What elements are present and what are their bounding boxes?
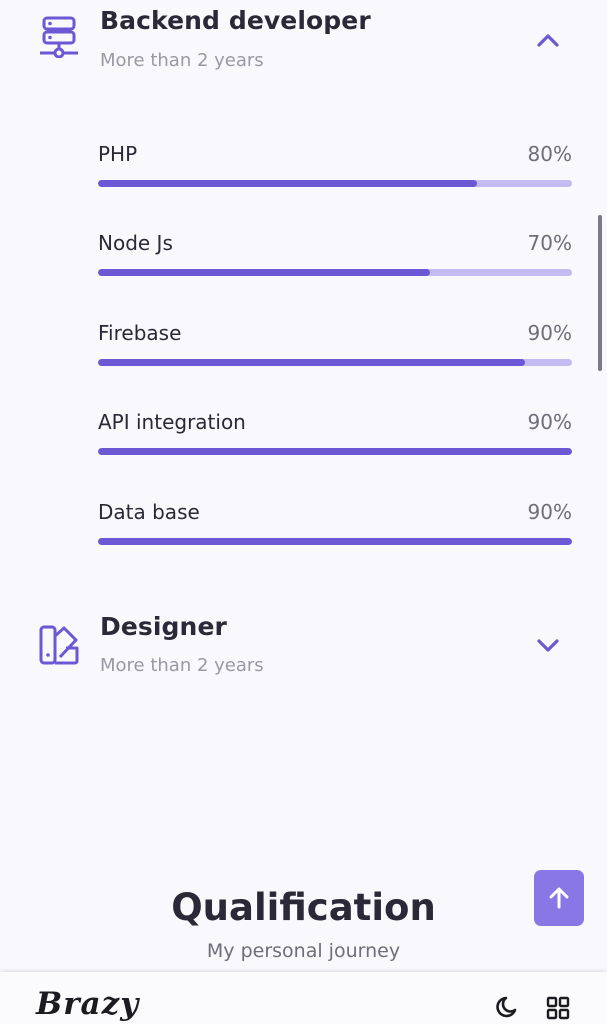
scrollbar-thumb[interactable] (598, 215, 602, 371)
skill-subtitle: More than 2 years (100, 50, 264, 71)
skill-bar: Node Js 70% (98, 231, 572, 281)
swatchbook-icon (39, 625, 79, 665)
skill-name: Firebase (98, 321, 182, 345)
progress-track (98, 448, 572, 455)
skill-subtitle: More than 2 years (100, 655, 264, 676)
skill-name: Data base (98, 500, 200, 524)
skill-header-designer[interactable]: Designer More than 2 years (0, 600, 607, 690)
progress-track (98, 538, 572, 545)
skill-percent: 70% (527, 231, 572, 255)
page: Backend developer More than 2 years PHP … (0, 0, 607, 1024)
skill-bar: Firebase 90% (98, 321, 572, 371)
skill-title: Designer (100, 612, 227, 641)
progress-fill (98, 538, 572, 545)
skill-percent: 90% (527, 321, 572, 345)
progress-fill (98, 269, 430, 276)
progress-fill (98, 180, 478, 187)
skill-percent: 90% (527, 500, 572, 524)
bottom-nav: Brazy (0, 972, 607, 1024)
skill-title: Backend developer (100, 6, 371, 35)
chevron-up-icon[interactable] (536, 32, 560, 48)
skill-name: Node Js (98, 231, 173, 255)
server-icon (40, 16, 78, 58)
arrow-up-icon (549, 887, 569, 909)
progress-fill (98, 448, 572, 455)
skill-header-backend[interactable]: Backend developer More than 2 years (0, 0, 607, 90)
moon-icon[interactable] (495, 994, 521, 1020)
skill-name: PHP (98, 142, 138, 166)
progress-track (98, 180, 572, 187)
skill-percent: 80% (527, 142, 572, 166)
skill-name: API integration (98, 410, 246, 434)
skill-bar: API integration 90% (98, 410, 572, 460)
progress-fill (98, 359, 525, 366)
progress-track (98, 359, 572, 366)
scroll-up-button[interactable] (534, 870, 584, 926)
skill-percent: 90% (527, 410, 572, 434)
progress-track (98, 269, 572, 276)
skill-bar: Data base 90% (98, 500, 572, 550)
logo[interactable]: Brazy (36, 986, 139, 1022)
section-title: Qualification (171, 886, 436, 929)
skill-bar: PHP 80% (98, 142, 572, 192)
chevron-down-icon[interactable] (536, 637, 560, 653)
section-subtitle: My personal journey (206, 940, 401, 962)
grid-icon[interactable] (546, 996, 570, 1020)
